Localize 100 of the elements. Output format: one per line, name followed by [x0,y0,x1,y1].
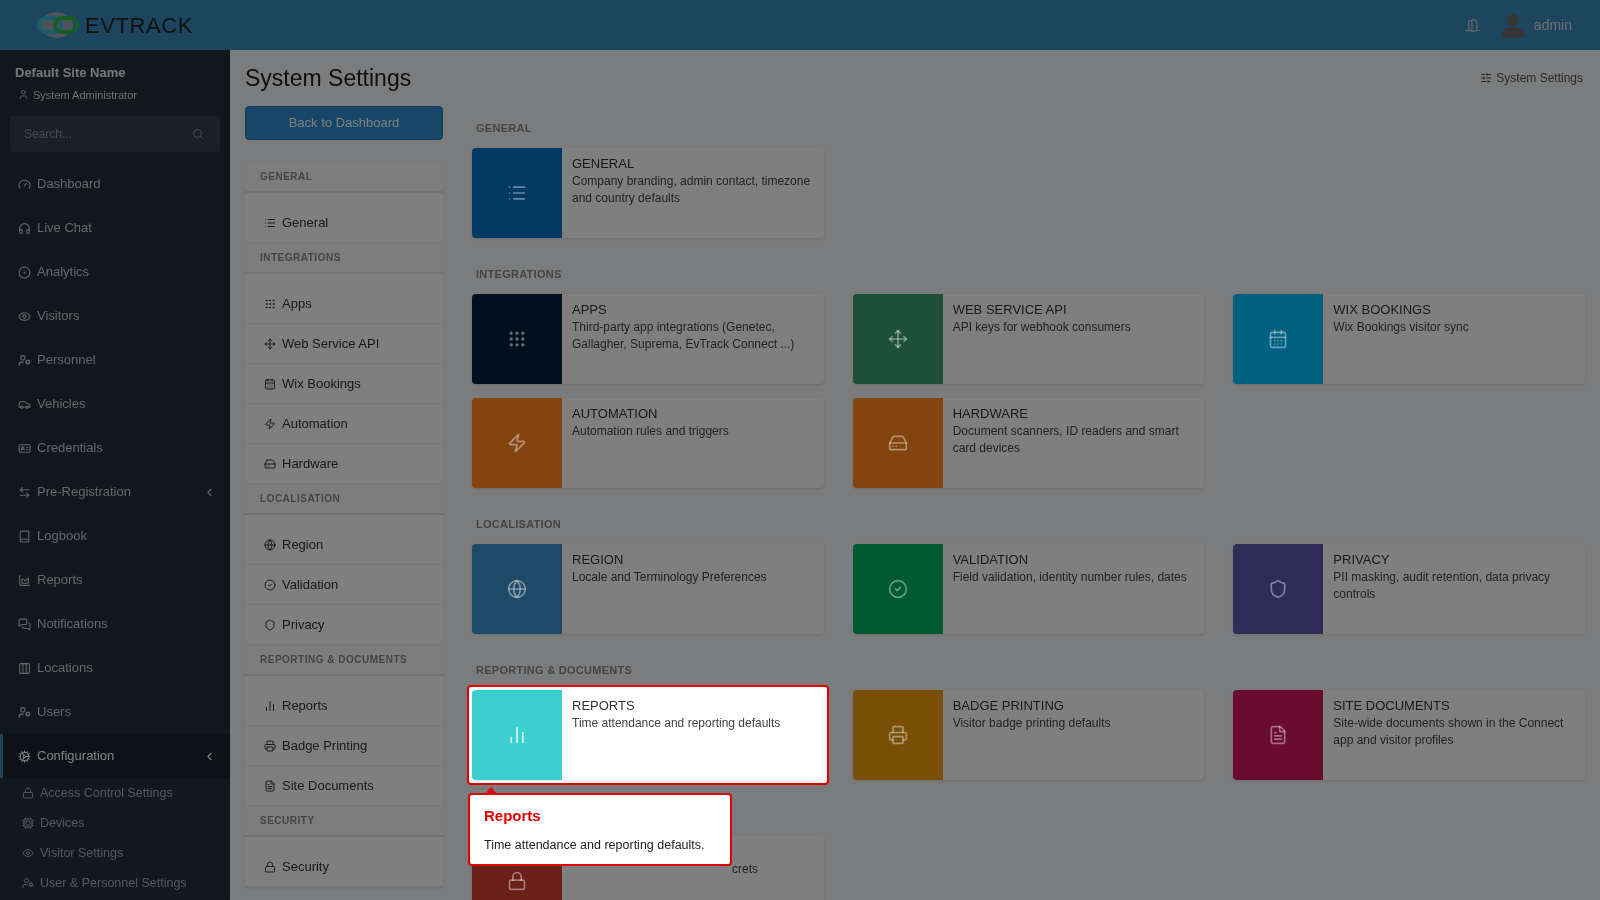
grid-icon [264,297,276,310]
globe-icon [507,579,527,599]
lock-icon [264,860,276,873]
scanner-icon [264,457,276,470]
grid-icon [507,329,527,349]
settings-card[interactable]: VALIDATION Field validation, identity number rules, dates [852,544,1205,634]
bolt-icon [507,433,527,453]
user-icon [18,89,29,101]
sidebar-item[interactable]: Configuration [0,734,230,778]
eye-icon [22,847,34,859]
chip-icon [22,817,34,829]
card-description: Wix Bookings visitor sync [1333,319,1469,336]
sidebar-item[interactable]: Personnel [0,338,230,382]
check-circle-icon [264,578,276,591]
nav-item[interactable]: Region [245,525,443,565]
nav-heading: REPORTING & DOCUMENTS [260,653,408,667]
id-card-icon [18,441,31,455]
card-description: Company branding, admin contact, timezone and country defaults [572,173,812,207]
sidebar-item[interactable]: Pre-Registration [0,470,230,514]
calendar-icon [264,377,276,390]
breadcrumb[interactable]: System Settings [1496,69,1583,87]
shield-icon [264,618,276,631]
card-description: Field validation, identity number rules, dates [952,569,1187,586]
door-icon[interactable] [1464,17,1480,33]
document-icon [264,779,276,792]
card-title: BADGE PRINTING [952,697,1065,715]
bolt-icon [264,417,276,430]
lock-icon [22,787,34,799]
nav-item[interactable]: Web Service API [245,324,443,364]
logo-icon [37,10,82,40]
settings-card[interactable]: WEB SERVICE API API keys for webhook consumers [852,294,1205,384]
group-heading: LOCALISATION [476,516,561,532]
printer-icon [264,739,276,752]
avatar-icon[interactable] [1499,12,1526,38]
users-icon [22,877,34,889]
settings-card[interactable]: APPS Third-party app integrations (Genetec, Gallagher, Suprema, EvTrack Connect ...) [472,294,824,384]
list-icon [507,183,527,203]
submenu-item[interactable]: Visitor Settings [0,838,230,868]
sidebar-item[interactable]: Logbook [0,514,230,558]
site-name: Default Site Name [15,64,127,82]
nav-item[interactable]: Badge Printing [245,726,443,766]
settings-card[interactable]: PRIVACY PII masking, audit retention, data privacy controls [1233,544,1585,634]
nav-item[interactable]: Reports [245,686,443,726]
card-description: Automation rules and triggers [572,423,729,440]
group-heading: INTEGRATIONS [476,266,562,282]
settings-card[interactable]: SITE DOCUMENTS Site-wide documents shown in the Connect app and visitor profiles [1233,690,1585,780]
card-title: WEB SERVICE API [952,301,1068,319]
card-title: AUTOMATION [572,405,659,423]
sidebar-item[interactable]: Analytics [0,250,230,294]
card-description: Time attendance and reporting defaults [572,715,781,732]
user-role: System Administrator [33,87,137,103]
nav-item[interactable]: Wix Bookings [245,364,443,404]
gauge-icon [18,177,31,191]
card-description: API keys for webhook consumers [952,319,1131,336]
sidebar-item[interactable]: Users [0,690,230,734]
back-button[interactable]: Back to Dashboard [245,106,443,140]
sidebar-item[interactable]: Reports [0,558,230,602]
search-icon [192,128,204,140]
chart-icon [18,573,31,587]
settings-card[interactable]: HARDWARE Document scanners, ID readers and smart card devices [852,398,1205,488]
bar-chart-icon [507,725,527,745]
sidebar-item[interactable]: Vehicles [0,382,230,426]
settings-card[interactable]: BADGE PRINTING Visitor badge printing defaults [852,690,1205,780]
users-icon [18,705,31,719]
lock-icon [507,871,527,891]
logo-text: EVTRACK [85,11,193,40]
nav-heading: SECURITY [260,814,315,828]
card-description: Site-wide documents shown in the Connect app and visitor profiles [1333,715,1565,749]
card-description: Visitor badge printing defaults [952,715,1111,732]
card-title: REPORTS [572,697,636,715]
card-description: Locale and Terminology Preferences [572,569,767,586]
card-title: GENERAL [572,155,636,173]
settings-card[interactable]: REGION Locale and Terminology Preferences [472,544,824,634]
nav-item[interactable]: Security [245,847,443,887]
shield-icon [1268,579,1289,599]
sliders-icon [1480,72,1493,84]
sidebar-item[interactable]: Live Chat [0,206,230,250]
group-heading: REPORTING & DOCUMENTS [476,662,633,678]
submenu-item[interactable]: Access Control Settings [0,778,230,808]
nav-item[interactable]: Validation [245,565,443,605]
submenu-item[interactable]: User & Personnel Settings [0,868,230,898]
settings-card[interactable]: AUTOMATION Automation rules and triggers [472,398,824,488]
card-description: crets [732,861,758,878]
submenu-item[interactable]: Devices [0,808,230,838]
book-icon [18,529,31,543]
sidebar-item[interactable]: Notifications [0,602,230,646]
settings-card[interactable]: GENERAL Company branding, admin contact, timezone and country defaults [472,148,824,238]
settings-card[interactable]: REPORTS Time attendance and reporting defaults [472,690,824,780]
sidebar-item[interactable]: Dashboard [0,162,230,206]
sidebar-item[interactable]: Locations [0,646,230,690]
settings-card[interactable]: WIX BOOKINGS Wix Bookings visitor sync [1233,294,1585,384]
nav-item[interactable]: Apps [245,284,443,324]
calendar-icon [1268,329,1289,349]
move-icon [887,329,908,349]
nav-item[interactable]: Automation [245,404,443,444]
nav-heading: GENERAL [260,170,313,184]
sidebar-item[interactable]: Visitors [0,294,230,338]
globe-icon [264,538,276,551]
card-title: SITE DOCUMENTS [1333,697,1451,715]
sidebar-item[interactable]: Credentials [0,426,230,470]
